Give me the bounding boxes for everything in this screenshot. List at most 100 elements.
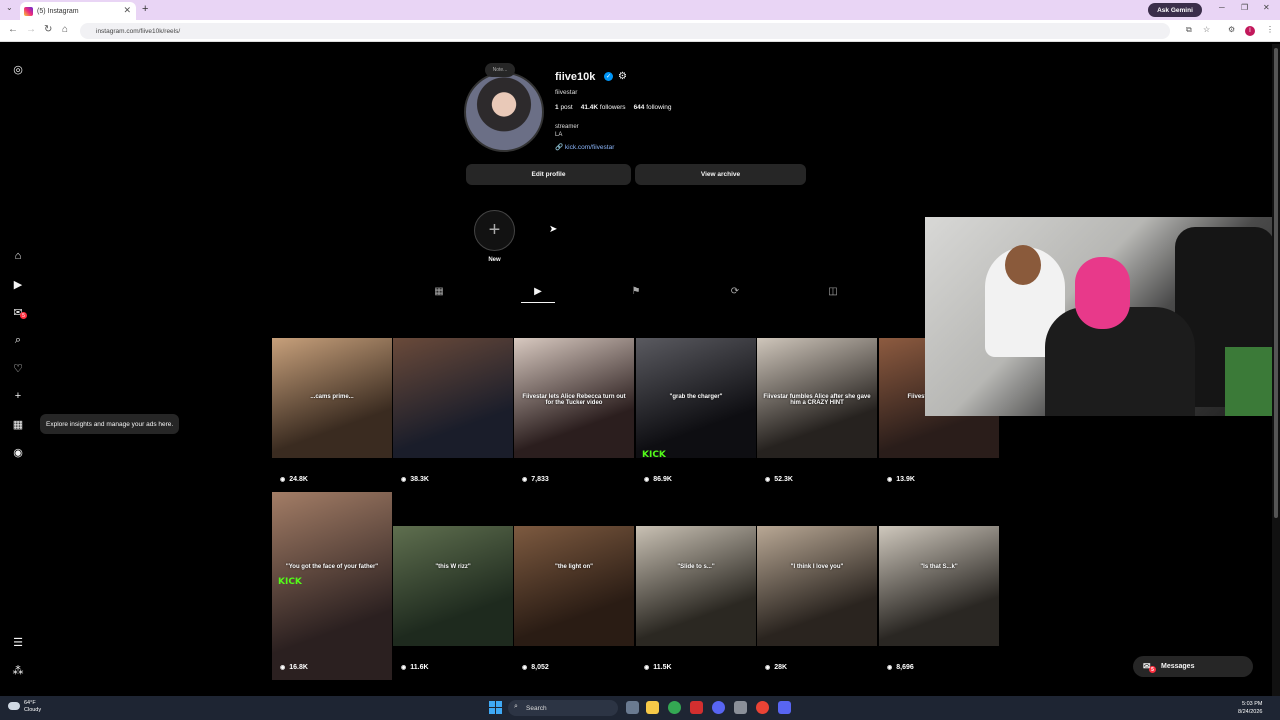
bookmark-star-icon[interactable]: ☆ [1203,25,1210,34]
app-icon-purple[interactable] [712,701,725,714]
new-highlight-label: New [488,257,501,263]
new-highlight-button[interactable]: + [474,210,515,251]
view-count-text: 52.3K [774,476,793,483]
followers-stat[interactable]: 41.4K followers [581,104,626,111]
profile-avatar[interactable] [464,72,544,152]
reel-tile[interactable]: "this W rizz" ◉ 11.6K [393,492,513,682]
tab-reels[interactable]: ▶ [531,284,545,298]
webcam-overlay [925,217,1280,416]
reel-caption: "the light on" [554,564,593,570]
bookmark-icon: ⚑ [631,285,641,297]
kick-logo: KICK [642,450,666,460]
eye-icon: ◉ [887,477,893,483]
app-icon-gray[interactable] [734,701,747,714]
restore-icon[interactable]: ❐ [1241,3,1248,12]
note-bubble[interactable]: Note... [485,63,515,77]
reel-tile[interactable]: Fiivestar fumbles Alice after she gave h… [757,304,877,492]
tab-reposts[interactable]: ⟳ [728,284,742,298]
window-close-icon[interactable]: ✕ [1263,3,1270,12]
weather-widget[interactable]: 64°F Cloudy [8,700,41,714]
insights-tooltip: Explore insights and manage your ads her… [40,414,180,434]
home-nav-icon[interactable]: ⌂ [11,249,25,263]
tab-saved[interactable]: ⚑ [629,284,643,298]
taskbar-search-icon: ⌕ [514,703,518,710]
discord-icon[interactable] [778,701,791,714]
new-tab-icon[interactable]: + [142,3,148,15]
view-count-text: 38.3K [410,476,429,483]
chrome-icon[interactable] [668,701,681,714]
browser-menu-icon[interactable]: ⋮ [1266,25,1274,34]
reel-tile[interactable]: ◉ 38.3K [393,304,513,492]
reload-icon[interactable]: ↻ [44,24,52,35]
view-count-text: 7,833 [531,476,549,483]
mouse-cursor-icon: ➤ [549,224,558,235]
app-icon-red[interactable] [690,701,703,714]
tab-tagged[interactable]: ◫ [826,284,840,298]
view-count-text: 16.8K [289,664,308,671]
reel-caption: ...cams prime... [310,394,354,400]
reel-tile[interactable]: "You got the face of your father" KICK ◉ 16… [272,492,392,682]
scrollbar-thumb[interactable] [1274,48,1278,518]
browser-profile-avatar[interactable]: I [1245,26,1255,36]
repost-icon: ⟳ [730,285,740,297]
reel-caption: "Slide to s..." [677,564,715,570]
browser-tab-instagram[interactable]: (5) Instagram ✕ [20,2,136,20]
reel-view-count: ◉ 28K [765,664,787,671]
eye-icon: ◉ [280,665,286,671]
file-explorer-icon[interactable] [646,701,659,714]
reel-tile[interactable]: "Is that S...k" ◉ 8,696 [879,492,999,682]
verified-badge-icon: ✓ [604,72,613,81]
profile-link[interactable]: 🔗 kick.com/fiivestar [555,143,614,151]
grid-icon: ▦ [434,285,444,297]
weather-condition: Cloudy [24,707,42,713]
tab-search-icon[interactable]: ⌄ [6,3,13,12]
reel-tile[interactable]: ...cams prime... ◉ 24.8K [272,304,392,492]
forward-icon[interactable]: → [26,24,36,35]
instagram-logo-icon[interactable]: ◎ [11,62,25,76]
taskbar-search[interactable]: ⌕ Search [508,700,618,716]
cloud-icon [8,702,20,710]
search-nav-icon[interactable]: ⌕ [11,333,25,347]
messages-button[interactable]: ✉ 5 Messages [1133,656,1253,677]
reel-caption: Fiivestar lets Alice Rebecca turn out fo… [522,394,626,406]
insights-nav-icon[interactable]: ▦ [11,417,25,431]
install-app-icon[interactable]: ⧉ [1186,25,1192,35]
task-view-icon[interactable] [626,701,639,714]
also-from-meta-icon[interactable]: ⁂ [11,663,25,677]
home-icon[interactable]: ⌂ [62,24,68,35]
system-clock[interactable]: 5:03 PM 8/24/2026 [1238,700,1262,716]
reels-nav-icon[interactable]: ▶ [11,277,25,291]
profile-full-name: fiivestar [555,89,578,96]
tooltip-text: Explore insights and manage your ads her… [46,420,174,428]
reel-tile[interactable]: "the light on" ◉ 8,052 [514,492,634,682]
url-field[interactable]: instagram.com/fiive10k/reels/ [80,23,1170,39]
heart-nav-icon[interactable]: ♡ [11,361,25,375]
minimize-icon[interactable]: ─ [1219,3,1225,12]
following-stat[interactable]: 644 following [634,104,672,111]
ask-gemini-button[interactable]: Ask Gemini [1148,3,1202,17]
chrome-active-icon[interactable] [756,701,769,714]
reel-tile[interactable]: "Slide to s..." ◉ 11.5K [636,492,756,682]
edit-profile-button[interactable]: Edit profile [466,164,631,185]
create-nav-icon[interactable]: + [11,389,25,403]
tab-posts[interactable]: ▦ [432,284,446,298]
start-button[interactable] [489,701,502,714]
reel-view-count: ◉ 11.5K [644,664,672,671]
settings-gear-icon[interactable]: ⚙ [618,71,627,82]
url-text: instagram.com/fiive10k/reels/ [96,27,181,35]
reel-tile[interactable]: Fiivestar lets Alice Rebecca turn out fo… [514,304,634,492]
back-icon[interactable]: ← [8,24,18,35]
extensions-icon[interactable]: ⚙ [1228,25,1235,34]
page-scrollbar[interactable] [1272,44,1280,696]
eye-icon: ◉ [644,477,650,483]
view-archive-button[interactable]: View archive [635,164,806,185]
reel-tile[interactable]: "I think I love you" ◉ 28K [757,492,877,682]
view-count-text: 13.9K [896,476,915,483]
close-tab-icon[interactable]: ✕ [123,5,131,16]
profile-nav-icon[interactable]: ◉ [11,445,25,459]
reel-tile[interactable]: "grab the charger" KICK ◉ 86.9K [636,304,756,492]
reel-caption: Fiivestar fumbles Alice after she gave h… [763,394,871,406]
more-menu-icon[interactable]: ☰ [11,635,25,649]
eye-icon: ◉ [522,477,528,483]
eye-icon: ◉ [765,665,771,671]
